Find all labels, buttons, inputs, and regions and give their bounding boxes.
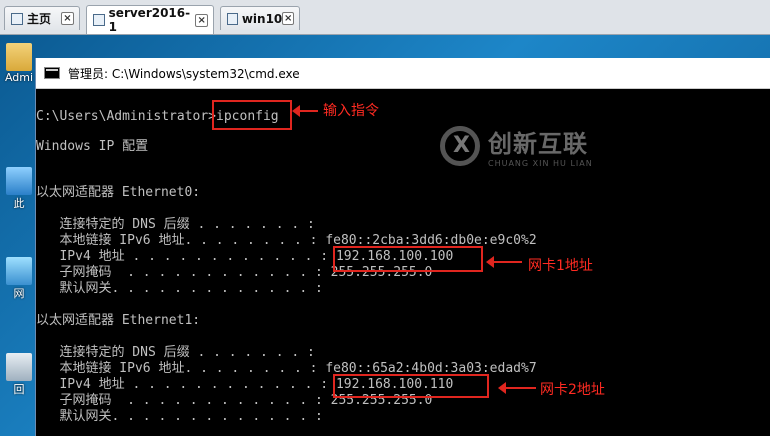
ipv4-label: IPv4 地址 . . . . . . . . . . . . : (36, 249, 336, 264)
tab-server2016-1[interactable]: server2016-1 × (86, 5, 214, 34)
tab-home-label: 主页 (27, 12, 52, 26)
vm-icon (227, 12, 238, 25)
tab-win10-label: win10 (241, 11, 283, 26)
console-line: 默认网关. . . . . . . . . . . . . : (36, 281, 323, 296)
desktop-icon-admin[interactable]: Admi (4, 43, 34, 84)
tab-win10[interactable]: win10 × (220, 6, 300, 30)
computer-icon (6, 167, 32, 195)
network-icon (6, 257, 32, 285)
folder-icon (6, 43, 32, 71)
desktop-icon-recycle-bin[interactable]: 回 (4, 353, 34, 397)
nic1-note: 网卡1地址 (528, 258, 593, 274)
cmd-title-text: 管理员: C:\Windows\system32\cmd.exe (68, 66, 300, 81)
watermark-name: 创新互联 (488, 130, 588, 158)
desktop-icon-label: 回 (13, 383, 25, 396)
arrow-icon (498, 382, 536, 394)
tab-server-label: server2016-1 (108, 6, 191, 34)
vm-icon (93, 14, 105, 26)
desktop-icon-label: 网 (13, 287, 25, 300)
home-icon (11, 12, 23, 25)
console-line: 连接特定的 DNS 后缀 . . . . . . . : (36, 345, 315, 360)
vm-tab-bar: 主页 × server2016-1 × win10 × (0, 0, 770, 35)
cmd-title-bar[interactable]: 管理员: C:\Windows\system32\cmd.exe (36, 58, 770, 89)
console-line: 以太网适配器 Ethernet1: (36, 313, 201, 328)
prompt-text: C:\Users\Administrator> (36, 109, 217, 124)
command-highlight-box (212, 100, 292, 130)
nic2-note: 网卡2地址 (540, 382, 605, 398)
console-line: 默认网关. . . . . . . . . . . . . : (36, 409, 323, 424)
cmd-icon (44, 67, 60, 79)
desktop-icon-computer[interactable]: 此 (4, 167, 34, 211)
arrow-icon (486, 256, 522, 268)
console-line: 连接特定的 DNS 后缀 . . . . . . . : (36, 217, 315, 232)
recycle-bin-icon (6, 353, 32, 381)
ipv4-label: IPv4 地址 . . . . . . . . . . . . : (36, 377, 336, 392)
close-icon[interactable]: × (195, 13, 208, 27)
console-line: Windows IP 配置 (36, 139, 149, 154)
arrow-icon (292, 105, 318, 117)
close-icon[interactable]: × (282, 12, 294, 25)
tab-home[interactable]: 主页 × (4, 6, 80, 30)
nic2-highlight-box (333, 374, 489, 398)
desktop-icon-label: Admi (4, 71, 34, 84)
console-line: 以太网适配器 Ethernet0: (36, 185, 201, 200)
watermark: 创新互联 CHUANG XIN HU LIAN (440, 124, 593, 168)
watermark-logo-icon (440, 126, 480, 166)
close-icon[interactable]: × (61, 12, 74, 25)
desktop-icon-network[interactable]: 网 (4, 257, 34, 301)
watermark-pinyin: CHUANG XIN HU LIAN (488, 159, 593, 168)
command-note: 输入指令 (323, 103, 379, 119)
desktop-icon-label: 此 (13, 197, 25, 210)
nic1-highlight-box (333, 246, 483, 272)
